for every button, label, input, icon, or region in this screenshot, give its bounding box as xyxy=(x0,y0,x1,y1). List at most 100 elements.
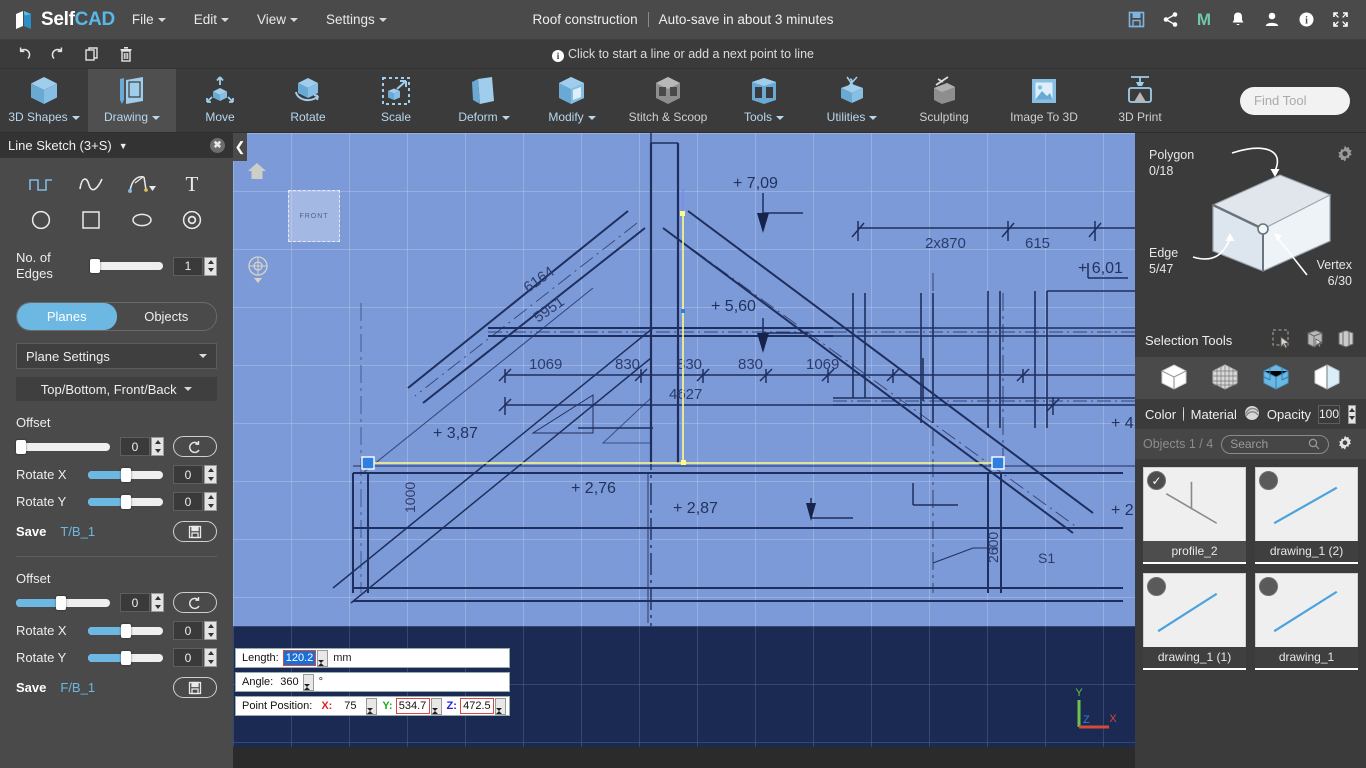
find-tool-box[interactable] xyxy=(1240,86,1350,115)
object-checkbox[interactable] xyxy=(1259,471,1278,490)
reset-offset-button[interactable] xyxy=(173,592,217,613)
opacity-stepper[interactable] xyxy=(1348,404,1356,424)
box-select-icon[interactable] xyxy=(1304,329,1324,352)
tab-planes[interactable]: Planes xyxy=(17,303,117,330)
object-card-drawing-1-1[interactable]: drawing_1 (1) xyxy=(1143,573,1246,670)
edge-mode-icon[interactable] xyxy=(1313,363,1341,394)
close-icon[interactable]: ✖ xyxy=(210,138,225,153)
menu-settings[interactable]: Settings xyxy=(315,6,398,33)
z-stepper[interactable] xyxy=(494,697,506,723)
collapse-left-panel-button[interactable]: ❮ xyxy=(233,133,247,161)
angle-stepper[interactable] xyxy=(302,673,314,699)
m-logo-icon[interactable]: M xyxy=(1190,6,1218,34)
edges-value[interactable]: 1 xyxy=(173,256,203,276)
ring-icon[interactable] xyxy=(167,204,217,236)
slider-knob[interactable] xyxy=(120,467,131,482)
vertex-mode-icon[interactable] xyxy=(1211,363,1239,394)
polyline-icon[interactable] xyxy=(16,168,66,200)
menu-view[interactable]: View xyxy=(246,6,309,33)
slider-knob[interactable] xyxy=(16,439,26,454)
rotate-y-value[interactable]: 0 xyxy=(173,492,203,511)
opacity-value[interactable]: 100 xyxy=(1317,404,1340,424)
stepper-up[interactable] xyxy=(205,258,216,267)
color-swatch[interactable] xyxy=(1183,407,1184,421)
plane-preset-dropdown[interactable]: Top/Bottom, Front/Back xyxy=(16,377,217,401)
length-stepper[interactable] xyxy=(317,649,329,675)
offset-value[interactable]: 0 xyxy=(120,593,150,612)
ribbon-tab-image-to-3d[interactable]: Image To 3D xyxy=(992,69,1096,132)
ribbon-tab-stitch-scoop[interactable]: Stitch & Scoop xyxy=(616,69,720,132)
object-search-box[interactable]: Search xyxy=(1221,434,1330,454)
angle-input-row[interactable]: Angle: 360 ° xyxy=(235,672,510,699)
length-input[interactable]: 120.2 xyxy=(282,650,317,666)
object-card-profile-2[interactable]: ✓ profile_2 xyxy=(1143,467,1246,564)
rotate-x-slider[interactable] xyxy=(88,623,163,638)
offset-stepper[interactable] xyxy=(151,437,164,456)
delete-icon[interactable] xyxy=(110,42,142,66)
edges-slider[interactable] xyxy=(90,259,163,273)
object-checkbox[interactable]: ✓ xyxy=(1147,471,1166,490)
y-stepper[interactable] xyxy=(430,697,442,723)
fullscreen-icon[interactable] xyxy=(1326,6,1354,34)
app-logo[interactable]: SelfCAD xyxy=(14,9,115,31)
rotate-y-stepper[interactable] xyxy=(204,648,217,667)
x-input[interactable]: 75 xyxy=(335,698,366,714)
viewport-3d[interactable]: 6164 5951 1069 830 830 830 1069 4627 2x8… xyxy=(233,133,1135,768)
tab-objects[interactable]: Objects xyxy=(117,303,217,330)
save-icon[interactable] xyxy=(1122,6,1150,34)
find-tool-input[interactable] xyxy=(1254,93,1350,108)
y-input[interactable]: 534.7 xyxy=(395,698,430,714)
rotate-y-slider[interactable] xyxy=(88,494,163,509)
menu-file[interactable]: File xyxy=(121,6,177,33)
offset-stepper[interactable] xyxy=(151,593,164,612)
rotate-x-stepper[interactable] xyxy=(204,621,217,640)
ribbon-tab-drawing[interactable]: Drawing xyxy=(88,69,176,132)
menu-edit[interactable]: Edit xyxy=(183,6,240,33)
object-mode-icon[interactable] xyxy=(1160,363,1188,394)
ribbon-tab-scale[interactable]: Scale xyxy=(352,69,440,132)
edges-stepper[interactable] xyxy=(204,256,217,276)
rotate-x-stepper[interactable] xyxy=(204,465,217,484)
bezier-curve-icon[interactable] xyxy=(117,168,167,200)
rotate-y-stepper[interactable] xyxy=(204,492,217,511)
ribbon-tab-3d-shapes[interactable]: 3D Shapes xyxy=(0,69,88,132)
circle-icon[interactable] xyxy=(16,204,66,236)
slider-knob[interactable] xyxy=(120,650,131,665)
stepper-down[interactable] xyxy=(205,266,216,275)
ribbon-tab-move[interactable]: Move xyxy=(176,69,264,132)
rotate-y-value[interactable]: 0 xyxy=(173,648,203,667)
save-plane-button[interactable] xyxy=(173,521,217,542)
offset-slider[interactable] xyxy=(16,595,110,610)
rotate-x-value[interactable]: 0 xyxy=(173,465,203,484)
square-icon[interactable] xyxy=(66,204,116,236)
slider-knob[interactable] xyxy=(120,494,131,509)
offset-value[interactable]: 0 xyxy=(120,437,150,456)
plane-settings-dropdown[interactable]: Plane Settings xyxy=(16,343,217,369)
home-view-icon[interactable] xyxy=(247,161,267,181)
material-icon[interactable] xyxy=(1244,405,1260,424)
object-checkbox[interactable] xyxy=(1147,577,1166,596)
undo-icon[interactable] xyxy=(8,42,40,66)
ribbon-tab-modify[interactable]: Modify xyxy=(528,69,616,132)
share-icon[interactable] xyxy=(1156,6,1184,34)
text-icon[interactable]: T xyxy=(167,168,217,200)
front-plane-handle[interactable]: FRONT xyxy=(288,190,340,242)
copy-icon[interactable] xyxy=(76,42,108,66)
object-card-drawing-1[interactable]: drawing_1 xyxy=(1255,573,1358,670)
ribbon-tab-sculpting[interactable]: Sculpting xyxy=(896,69,992,132)
rotate-x-value[interactable]: 0 xyxy=(173,621,203,640)
polygon-mode-icon[interactable] xyxy=(1262,363,1290,394)
length-input-row[interactable]: Length: 120.2 mm xyxy=(235,648,510,675)
rotate-x-slider[interactable] xyxy=(88,467,163,482)
ribbon-tab-3d-print[interactable]: 3D Print xyxy=(1096,69,1184,132)
info-icon[interactable]: i xyxy=(1292,6,1320,34)
ribbon-tab-deform[interactable]: Deform xyxy=(440,69,528,132)
navigation-gizmo-icon[interactable] xyxy=(247,255,269,283)
point-position-row[interactable]: Point Position: X: 75 Y: 534.7 Z: 472.5 xyxy=(235,696,510,723)
slider-knob[interactable] xyxy=(56,595,67,610)
freehand-curve-icon[interactable] xyxy=(66,168,116,200)
angle-input[interactable]: 360 xyxy=(277,674,302,690)
x-stepper[interactable] xyxy=(366,697,378,723)
slider-knob[interactable] xyxy=(90,259,100,273)
slider-knob[interactable] xyxy=(120,623,131,638)
